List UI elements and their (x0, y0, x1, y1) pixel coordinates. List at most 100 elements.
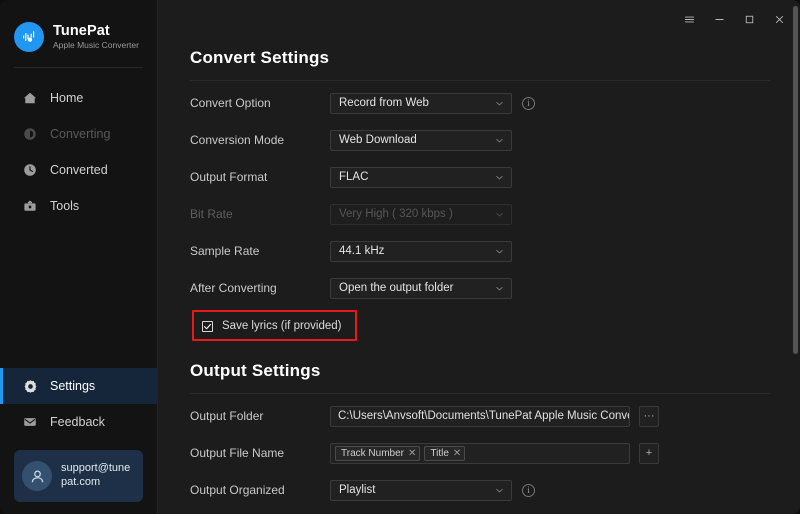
row-sample-rate: Sample Rate 44.1 kHz (190, 236, 770, 266)
row-label: Conversion Mode (190, 133, 285, 147)
titlebar (158, 0, 800, 38)
select-value: Open the output folder (339, 282, 454, 294)
sidebar-item-label: Tools (50, 199, 80, 213)
filename-tag[interactable]: Title ✕ (424, 445, 466, 461)
brand: TunePat Apple Music Converter (0, 0, 157, 58)
conversion-mode-select[interactable]: Web Download (330, 129, 512, 151)
sidebar-item-label: Home (50, 91, 84, 105)
chevron-down-icon (494, 135, 505, 146)
output-format-select[interactable]: FLAC (330, 166, 512, 188)
row-label: Output Format (190, 170, 268, 184)
chevron-down-icon (494, 485, 505, 496)
toolbox-icon (22, 198, 38, 214)
convert-settings-heading: Convert Settings (190, 48, 330, 67)
brand-text: TunePat Apple Music Converter (53, 23, 139, 51)
chevron-down-icon (494, 172, 505, 183)
row-label: After Converting (190, 281, 277, 295)
bit-rate-select: Very High ( 320 kbps ) (330, 203, 512, 225)
row-label: Output File Name (190, 446, 285, 460)
scrollbar-thumb[interactable] (793, 6, 798, 354)
envelope-icon (22, 414, 38, 430)
row-output-folder: Output Folder C:\Users\Anvsoft\Documents… (190, 401, 770, 431)
checkbox-checked-icon (202, 320, 213, 332)
output-settings-heading: Output Settings (190, 361, 321, 380)
row-output-organized: Output Organized Playlist i (190, 475, 770, 505)
converting-icon (22, 126, 38, 142)
browse-label: ··· (643, 410, 655, 422)
select-value: Very High ( 320 kbps ) (339, 208, 453, 220)
sidebar-item-settings[interactable]: Settings (0, 368, 157, 404)
maximize-icon[interactable] (734, 6, 764, 32)
sidebar-divider (14, 67, 143, 68)
row-after-converting: After Converting Open the output folder (190, 273, 770, 303)
output-folder-value: C:\Users\Anvsoft\Documents\TunePat Apple… (338, 410, 630, 422)
close-small-icon[interactable]: ✕ (453, 448, 461, 459)
gear-icon (22, 378, 38, 394)
chevron-down-icon (494, 98, 505, 109)
chevron-down-icon (494, 283, 505, 294)
select-value: Web Download (339, 134, 417, 146)
row-label: Bit Rate (190, 207, 233, 221)
convert-option-select[interactable]: Record from Web (330, 92, 512, 114)
row-label: Output Organized (190, 483, 285, 497)
row-output-format: Output Format FLAC (190, 162, 770, 192)
save-lyrics-checkbox[interactable]: Save lyrics (if provided) (190, 320, 342, 332)
minimize-icon[interactable] (704, 6, 734, 32)
sidebar-item-label: Settings (50, 379, 96, 393)
content-scrollbar[interactable] (793, 0, 798, 514)
settings-content: Convert Settings Convert Option Record f… (158, 0, 800, 514)
row-bit-rate: Bit Rate Very High ( 320 kbps ) (190, 199, 770, 229)
filename-tag[interactable]: Track Number ✕ (335, 445, 421, 461)
chevron-down-icon (494, 209, 505, 220)
main-area: Convert Settings Convert Option Record f… (158, 0, 800, 514)
app-subtitle: Apple Music Converter (53, 40, 139, 51)
home-icon (22, 90, 38, 106)
row-label: Convert Option (190, 96, 271, 110)
tag-label: Title (430, 447, 449, 459)
chevron-down-icon (494, 246, 505, 257)
sidebar-item-tools[interactable]: Tools (0, 188, 157, 224)
output-organized-info-icon[interactable]: i (522, 483, 535, 497)
select-value: FLAC (339, 171, 369, 183)
add-label: + (645, 447, 653, 459)
section-divider (190, 80, 770, 81)
sidebar: TunePat Apple Music Converter Home Conve… (0, 0, 158, 514)
tag-label: Track Number (341, 447, 404, 459)
account-card[interactable]: support@tunepat.com (14, 450, 143, 502)
account-email: support@tunepat.com (61, 462, 131, 488)
after-converting-select[interactable]: Open the output folder (330, 277, 512, 299)
select-value: 44.1 kHz (339, 245, 385, 257)
close-small-icon[interactable]: ✕ (408, 448, 416, 459)
sidebar-nav: Home Converting Converted Tools (0, 80, 157, 224)
row-label: Sample Rate (190, 244, 260, 258)
sample-rate-select[interactable]: 44.1 kHz (330, 240, 512, 262)
row-output-file-name: Output File Name Track Number ✕ Title ✕ … (190, 438, 770, 468)
sidebar-bottom: Settings Feedback support@tunepat.com (0, 368, 157, 514)
sidebar-item-label: Converting (50, 127, 111, 141)
select-value: Record from Web (339, 97, 429, 109)
plus-icon[interactable]: + (639, 442, 659, 464)
row-save-lyrics: Save lyrics (if provided) (190, 310, 770, 341)
output-organized-select[interactable]: Playlist (330, 479, 512, 501)
row-label: Output Folder (190, 409, 264, 423)
ellipsis-browse-icon[interactable]: ··· (639, 405, 659, 427)
row-convert-option: Convert Option Record from Web i (190, 88, 770, 118)
convert-option-info-icon[interactable]: i (522, 96, 535, 110)
app-title: TunePat (53, 22, 110, 39)
clock-icon (22, 162, 38, 178)
sidebar-item-feedback[interactable]: Feedback (0, 404, 157, 440)
row-conversion-mode: Conversion Mode Web Download (190, 125, 770, 155)
output-folder-input[interactable]: C:\Users\Anvsoft\Documents\TunePat Apple… (330, 405, 630, 427)
hamburger-menu-icon[interactable] (674, 6, 704, 32)
sidebar-item-converting[interactable]: Converting (0, 116, 157, 152)
close-icon[interactable] (764, 6, 794, 32)
sidebar-item-label: Feedback (50, 415, 105, 429)
tunepat-window: TunePat Apple Music Converter Home Conve… (0, 0, 800, 514)
output-file-name-input[interactable]: Track Number ✕ Title ✕ (330, 442, 630, 464)
user-avatar-icon (22, 461, 52, 491)
sidebar-item-converted[interactable]: Converted (0, 152, 157, 188)
save-lyrics-label: Save lyrics (if provided) (222, 320, 342, 332)
sidebar-item-label: Converted (50, 163, 108, 177)
sidebar-item-home[interactable]: Home (0, 80, 157, 116)
select-value: Playlist (339, 484, 376, 496)
